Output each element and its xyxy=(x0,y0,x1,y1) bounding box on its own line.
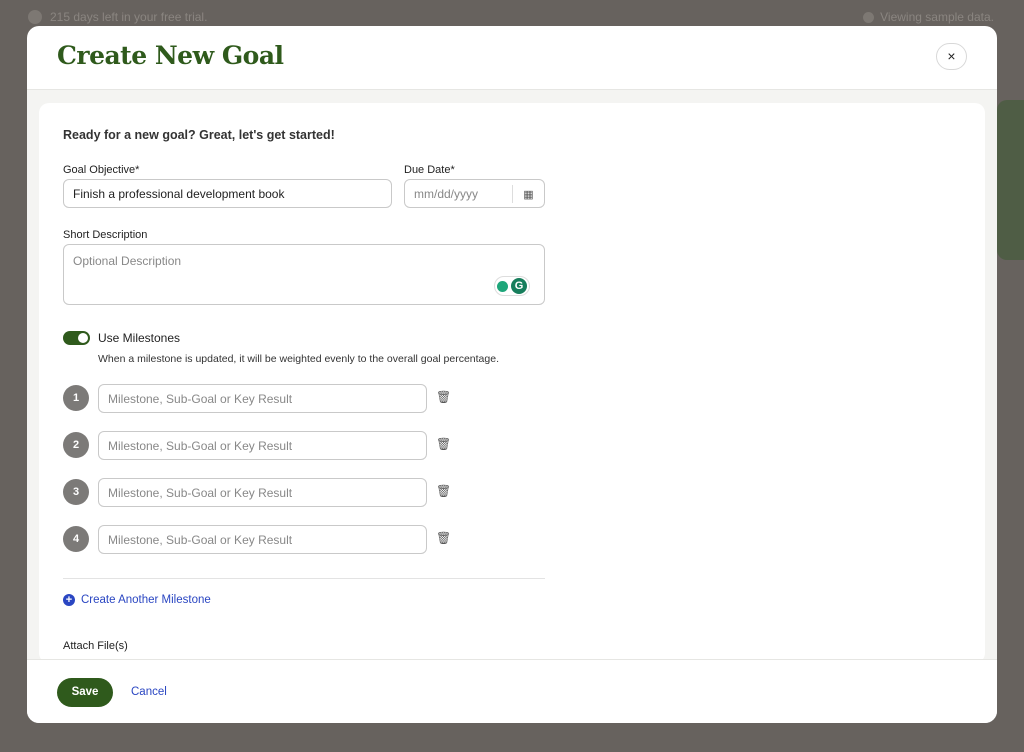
modal-footer: Save Cancel xyxy=(27,659,997,723)
modal-title: Create New Goal xyxy=(57,41,284,70)
save-button[interactable]: Save xyxy=(57,678,113,707)
milestone-input[interactable]: Milestone, Sub-Goal or Key Result xyxy=(98,478,427,507)
due-date-input[interactable]: mm/dd/yyyy ▦ xyxy=(404,179,545,208)
background-panel xyxy=(997,100,1024,260)
goal-objective-input[interactable]: Finish a professional development book xyxy=(63,179,392,208)
milestone-input[interactable]: Milestone, Sub-Goal or Key Result xyxy=(98,525,427,554)
grammarly-icon: G xyxy=(511,278,527,294)
milestone-number: 2 xyxy=(63,432,89,458)
due-date-placeholder: mm/dd/yyyy xyxy=(414,186,479,201)
eye-icon xyxy=(863,11,875,23)
create-goal-modal: Create New Goal × Ready for a new goal? … xyxy=(27,26,997,723)
milestone-placeholder: Milestone, Sub-Goal or Key Result xyxy=(108,391,293,406)
modal-header: Create New Goal × xyxy=(27,26,997,90)
milestone-placeholder: Milestone, Sub-Goal or Key Result xyxy=(108,438,293,453)
clock-icon xyxy=(28,10,42,24)
milestone-number: 4 xyxy=(63,526,89,552)
plus-circle-icon: + xyxy=(63,594,75,606)
milestone-number: 3 xyxy=(63,479,89,505)
toggle-knob xyxy=(78,333,88,343)
sample-data-text: Viewing sample data. xyxy=(880,10,994,24)
milestone-number: 1 xyxy=(63,385,89,411)
trash-icon[interactable]: 🗑 xyxy=(436,437,451,451)
milestone-input[interactable]: Milestone, Sub-Goal or Key Result xyxy=(98,431,427,460)
attach-files-label: Attach File(s) xyxy=(63,640,128,652)
create-milestone-button[interactable]: + Create Another Milestone xyxy=(63,594,211,606)
lightbulb-icon xyxy=(497,280,508,292)
milestones-note: When a milestone is updated, it will be … xyxy=(98,353,499,365)
trash-icon[interactable]: 🗑 xyxy=(436,390,451,404)
milestone-input[interactable]: Milestone, Sub-Goal or Key Result xyxy=(98,384,427,413)
goal-objective-label: Goal Objective* xyxy=(63,164,140,176)
short-description-label: Short Description xyxy=(63,229,148,241)
short-description-placeholder: Optional Description xyxy=(73,254,182,268)
goal-objective-value: Finish a professional development book xyxy=(73,186,285,201)
trial-text: 215 days left in your free trial. xyxy=(50,10,208,24)
trash-icon[interactable]: 🗑 xyxy=(436,531,451,545)
due-date-label: Due Date* xyxy=(404,164,455,176)
calendar-icon[interactable]: ▦ xyxy=(512,185,544,203)
trash-icon[interactable]: 🗑 xyxy=(436,484,451,498)
milestone-placeholder: Milestone, Sub-Goal or Key Result xyxy=(108,532,293,547)
cancel-button[interactable]: Cancel xyxy=(131,686,167,698)
use-milestones-toggle[interactable] xyxy=(63,331,90,345)
short-description-textarea[interactable]: Optional Description G xyxy=(63,244,545,305)
milestone-placeholder: Milestone, Sub-Goal or Key Result xyxy=(108,485,293,500)
create-milestone-label: Create Another Milestone xyxy=(81,594,211,606)
use-milestones-label: Use Milestones xyxy=(98,331,181,345)
divider xyxy=(63,578,545,579)
intro-text: Ready for a new goal? Great, let's get s… xyxy=(63,128,335,142)
modal-body[interactable]: Ready for a new goal? Great, let's get s… xyxy=(27,90,997,663)
grammarly-widget[interactable]: G xyxy=(494,276,530,296)
close-button[interactable]: × xyxy=(936,43,967,70)
form-card: Ready for a new goal? Great, let's get s… xyxy=(39,103,985,663)
